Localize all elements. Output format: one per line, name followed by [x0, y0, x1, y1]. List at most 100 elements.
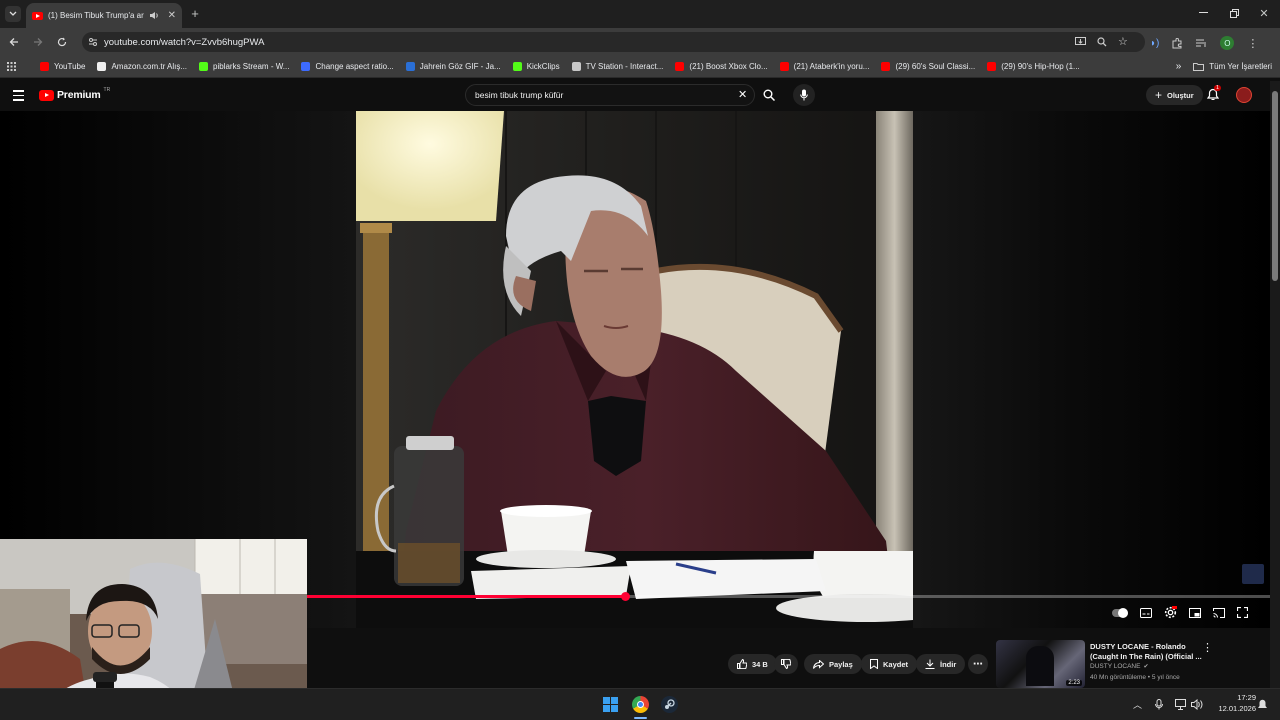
- more-bookmarks-icon[interactable]: »: [1170, 56, 1188, 78]
- lamp-shade: [356, 111, 504, 221]
- autoplay-toggle[interactable]: [1112, 607, 1128, 618]
- speaker-icon[interactable]: [149, 11, 159, 20]
- minimize-icon[interactable]: [1196, 6, 1210, 20]
- thumbs-up-icon: [737, 659, 747, 669]
- extension-icon[interactable]: ◗): [1150, 38, 1159, 49]
- chrome-taskbar-icon[interactable]: [632, 696, 649, 713]
- apps-grid-icon[interactable]: [0, 56, 22, 78]
- voice-search-button[interactable]: [793, 84, 815, 106]
- recommended-thumbnail[interactable]: 2:23: [996, 640, 1085, 688]
- restore-icon[interactable]: [1227, 6, 1241, 20]
- dislike-button[interactable]: [774, 654, 798, 674]
- bookmark-item[interactable]: KickClips: [507, 56, 566, 78]
- recommended-title-line1: DUSTY LOCANE - Rolando: [1090, 642, 1186, 651]
- bookmark-item[interactable]: piblarks Stream - W...: [193, 56, 295, 78]
- scrollbar-thumb[interactable]: [1272, 91, 1278, 281]
- back-arrow-icon[interactable]: [7, 35, 21, 49]
- tray-microphone-icon[interactable]: [1155, 699, 1163, 710]
- recommended-menu-icon[interactable]: ⋮: [1202, 641, 1213, 654]
- bookmark-item[interactable]: (29) 60's Soul Classi...: [875, 56, 981, 78]
- new-tab-button[interactable]: +: [188, 6, 202, 21]
- zoom-icon[interactable]: [1097, 37, 1107, 47]
- steam-taskbar-icon[interactable]: [661, 696, 678, 713]
- tab-search-button[interactable]: [5, 6, 21, 22]
- clear-search-icon[interactable]: ✕: [738, 88, 747, 101]
- download-icon: [925, 659, 935, 669]
- close-window-icon[interactable]: ✕: [1257, 6, 1271, 20]
- clock-date: 12.01.2026: [1218, 704, 1256, 713]
- channel-avatar[interactable]: [1236, 87, 1252, 103]
- create-button[interactable]: + Oluştur: [1146, 85, 1203, 105]
- all-bookmarks-folder[interactable]: Tüm Yer İşaretleri: [1187, 56, 1280, 78]
- bookmark-favicon-icon: [881, 62, 891, 71]
- bookmark-item[interactable]: Jahrein Göz GIF - Ja...: [400, 56, 507, 78]
- microphone-icon: [800, 89, 808, 101]
- notification-center-icon[interactable]: [1257, 699, 1268, 710]
- thumbnail-figure: [1026, 646, 1054, 686]
- network-icon[interactable]: [1175, 699, 1187, 710]
- bookmark-label: YouTube: [54, 62, 86, 71]
- youtube-premium-logo[interactable]: Premium TR: [39, 87, 110, 101]
- bookmarks-bar: YouTube Amazon.com.tr Alış... piblarks Str…: [0, 56, 1280, 78]
- cast-icon[interactable]: [1213, 607, 1225, 618]
- bookmark-label: Jahrein Göz GIF - Ja...: [419, 62, 501, 71]
- bookmark-item[interactable]: (21) Boost Xbox Clo...: [669, 56, 773, 78]
- all-bookmarks-label: Tüm Yer İşaretleri: [1209, 62, 1272, 71]
- search-input[interactable]: besim tibuk trump küfür ✕: [465, 84, 755, 106]
- page-scrollbar[interactable]: [1270, 81, 1280, 688]
- bookmark-item[interactable]: YouTube: [34, 56, 91, 78]
- subtitles-icon[interactable]: [1140, 607, 1152, 618]
- address-bar[interactable]: youtube.com/watch?v=Zvvb6hugPWA ☆: [82, 32, 1145, 52]
- volume-icon[interactable]: [1191, 699, 1203, 710]
- notifications-button[interactable]: 1: [1206, 85, 1222, 102]
- bookmark-item[interactable]: (29) 90's Hip-Hop (1...: [981, 56, 1085, 78]
- recommended-channel[interactable]: DUSTY LOCANE ✔: [1090, 663, 1148, 670]
- chrome-menu-icon[interactable]: ⋮: [1247, 37, 1258, 50]
- search-button[interactable]: [758, 84, 780, 106]
- browser-tab-active[interactable]: (1) Besim Tibuk Trump'a ar ✕: [26, 3, 182, 28]
- verified-icon: ✔: [1143, 664, 1149, 670]
- puzzle-extensions-icon[interactable]: [1172, 37, 1183, 49]
- recommended-title[interactable]: DUSTY LOCANE - Rolando (Caught In The Ra…: [1090, 642, 1208, 661]
- chevron-down-icon: [9, 11, 17, 16]
- share-button[interactable]: Paylaş: [804, 654, 862, 674]
- clock[interactable]: 17:29 12.01.2026: [1208, 692, 1256, 714]
- save-button[interactable]: Kaydet: [861, 654, 918, 674]
- bookmark-favicon-icon: [199, 62, 209, 71]
- reload-icon[interactable]: [55, 35, 69, 49]
- bookmark-favicon-icon: [40, 62, 49, 71]
- download-button[interactable]: İndir: [916, 654, 966, 674]
- hamburger-menu-icon[interactable]: [13, 90, 24, 101]
- bookmark-label: piblarks Stream - W...: [213, 62, 290, 71]
- notification-badge: 1: [1214, 85, 1222, 91]
- bookmark-star-icon[interactable]: ☆: [1118, 35, 1128, 48]
- bookmark-label: TV Station - Interact...: [585, 62, 664, 71]
- windows-taskbar: ︿ 17:29 12.01.2026: [0, 688, 1280, 720]
- bookmark-favicon-icon: [779, 62, 789, 71]
- bookmark-item[interactable]: Change aspect ratio...: [295, 56, 399, 78]
- media-controls-icon[interactable]: [1196, 38, 1207, 48]
- profile-avatar[interactable]: O: [1220, 36, 1235, 50]
- video-frame[interactable]: [356, 111, 913, 628]
- progress-track[interactable]: [307, 592, 1270, 601]
- scrubber-handle[interactable]: [620, 592, 630, 601]
- like-button[interactable]: 34 B: [728, 654, 777, 674]
- site-info-icon[interactable]: [88, 37, 98, 47]
- close-tab-icon[interactable]: ✕: [168, 10, 176, 21]
- fullscreen-icon[interactable]: [1237, 607, 1248, 618]
- share-label: Paylaş: [829, 659, 853, 669]
- windows-start-icon[interactable]: [603, 697, 618, 712]
- more-actions-button[interactable]: ⋯: [968, 654, 988, 674]
- player-controls-right: [1112, 606, 1248, 619]
- tray-overflow-icon[interactable]: ︿: [1133, 698, 1142, 711]
- settings-gear-icon[interactable]: [1164, 606, 1177, 619]
- bookmark-item[interactable]: Amazon.com.tr Alış...: [91, 56, 193, 78]
- youtube-favicon-icon: [32, 11, 43, 20]
- forward-arrow-icon[interactable]: [31, 35, 45, 49]
- bookmark-item[interactable]: TV Station - Interact...: [566, 56, 670, 78]
- bookmark-item[interactable]: (21) Ataberk'in yoru...: [774, 56, 876, 78]
- miniplayer-icon[interactable]: [1189, 607, 1201, 618]
- install-app-icon[interactable]: [1075, 37, 1086, 47]
- end-screen-thumbnail[interactable]: [1242, 564, 1264, 584]
- tab-title: (1) Besim Tibuk Trump'a ar: [48, 11, 144, 20]
